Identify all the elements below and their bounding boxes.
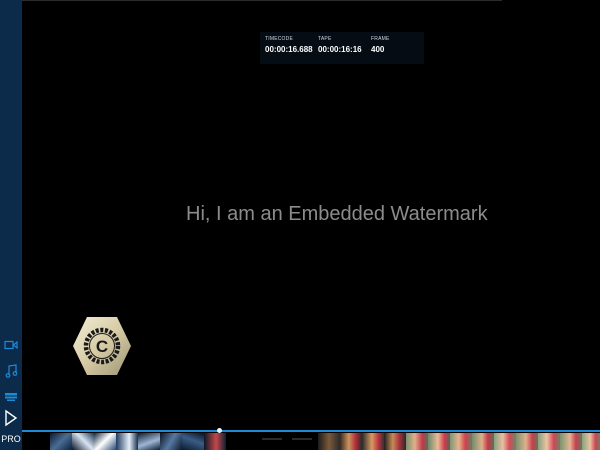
copyright-logo-icon: C <box>72 315 132 377</box>
timeline-thumbnail <box>94 433 116 450</box>
timecode-label: TIMECODE <box>265 36 293 42</box>
timeline-thumbnail <box>72 433 94 450</box>
timeline-thumbnail <box>516 433 538 450</box>
timeline-thumbnail <box>450 433 472 450</box>
timeline-thumbnail <box>582 433 600 450</box>
timeline-thumbnail <box>138 433 160 450</box>
timeline-thumbnail <box>494 433 516 450</box>
timeline-gap-marker <box>292 438 312 440</box>
frame-value: 400 <box>371 45 385 54</box>
timeline-gap-marker <box>262 438 282 440</box>
frame-label: FRAME <box>371 36 390 42</box>
timeline-thumbnail <box>116 433 138 450</box>
timeline-thumbnail <box>318 433 340 450</box>
sidebar: PRO <box>0 0 22 450</box>
timeline-strip[interactable] <box>22 428 600 450</box>
tape-group: TAPE 00:00:16:16 <box>318 36 362 54</box>
video-camera-icon[interactable] <box>0 334 22 356</box>
timeline-thumbnail <box>362 433 384 450</box>
logo-letter: C <box>96 337 108 356</box>
timecode-group: TIMECODE 00:00:16.688 <box>265 36 313 54</box>
timeline-thumbnail <box>182 433 204 450</box>
timeline-thumbnail <box>406 433 428 450</box>
embedded-watermark-text: Hi, I am an Embedded Watermark <box>186 203 488 225</box>
frame-group: FRAME 400 <box>371 36 390 54</box>
timeline-thumbnail <box>340 433 362 450</box>
timeline-thumbnail <box>204 433 226 450</box>
layers-icon[interactable] <box>0 386 22 408</box>
timecode-panel: TIMECODE 00:00:16.688 TAPE 00:00:16:16 F… <box>260 32 424 64</box>
timeline-thumbnail <box>384 433 406 450</box>
timeline-thumbnail <box>560 433 582 450</box>
timecode-value: 00:00:16.688 <box>265 45 313 54</box>
timeline-thumbnail <box>538 433 560 450</box>
tape-label: TAPE <box>318 36 332 42</box>
timeline-thumbnail <box>50 433 72 450</box>
timeline-thumbnail <box>472 433 494 450</box>
progress-bar[interactable] <box>22 428 600 433</box>
timeline-thumbnail <box>160 433 182 450</box>
play-icon[interactable] <box>0 407 22 429</box>
pro-badge: PRO <box>1 434 21 444</box>
tape-value: 00:00:16:16 <box>318 45 362 54</box>
timeline-thumbnail <box>428 433 450 450</box>
music-note-icon[interactable] <box>0 360 22 382</box>
top-divider <box>22 0 502 1</box>
